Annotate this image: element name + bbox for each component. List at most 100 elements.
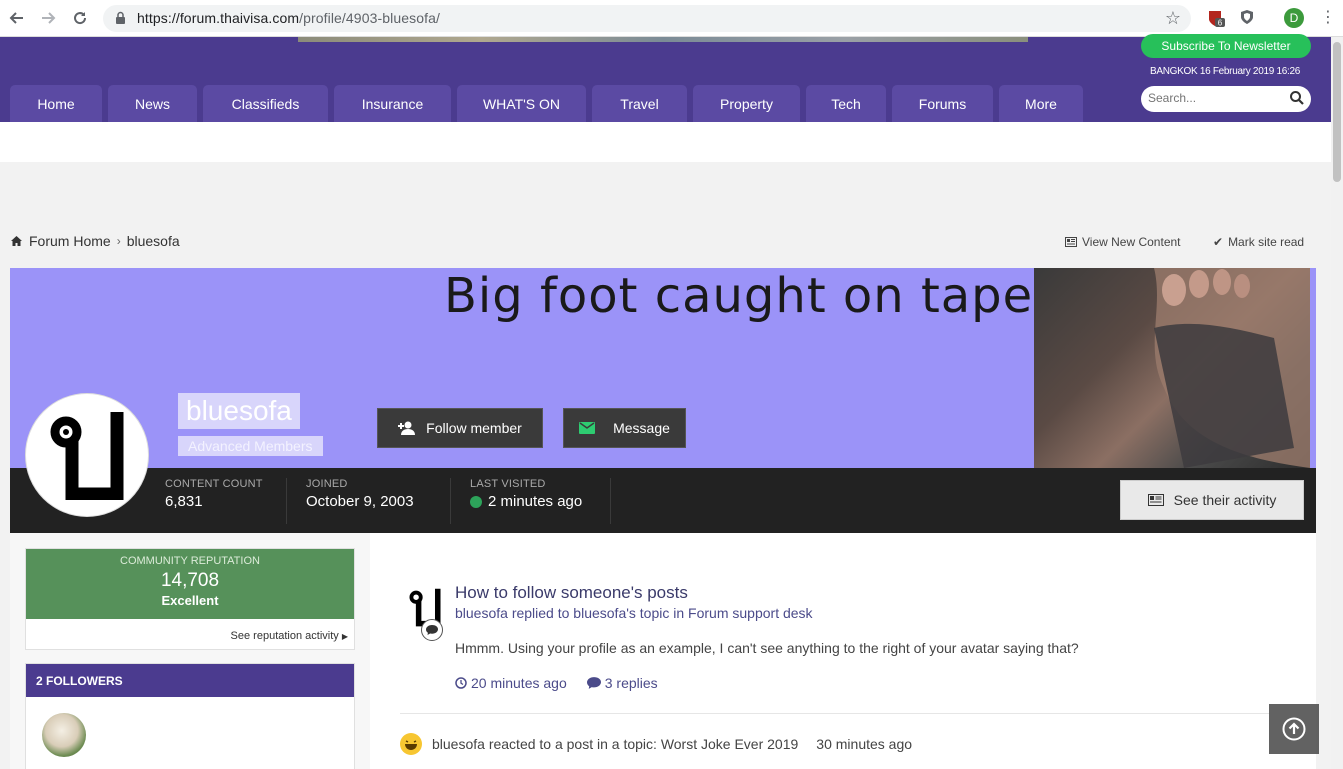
home-icon [11, 236, 22, 246]
breadcrumb-current: bluesofa [126, 233, 180, 249]
last-visited-label: LAST VISITED [470, 478, 546, 490]
last-visited-row: 2 minutes ago [470, 493, 582, 510]
message-label: Message [613, 420, 670, 436]
nav-tab-home[interactable]: Home [10, 85, 102, 122]
nav-tab-whats-on[interactable]: WHAT'S ON [457, 85, 586, 122]
nav-tab-classifieds[interactable]: Classifieds [203, 85, 328, 122]
feed-item-title[interactable]: How to follow someone's posts [455, 583, 688, 603]
feed-item-time[interactable]: 20 minutes ago [455, 675, 567, 691]
breadcrumb: Forum Home › bluesofa [10, 233, 180, 249]
ad-strip [0, 122, 1331, 162]
nav-tab-tech[interactable]: Tech [806, 85, 886, 122]
nav-tab-more[interactable]: More [999, 85, 1083, 122]
member-group-box: Advanced Members [178, 436, 323, 456]
feed-divider [400, 713, 1270, 714]
profile-avatar[interactable] [26, 394, 148, 516]
stat-divider [286, 478, 287, 524]
follow-member-button[interactable]: Follow member [377, 408, 543, 448]
user-plus-icon [398, 421, 416, 435]
search-box [1141, 86, 1311, 112]
page-scrollbar[interactable] [1331, 37, 1343, 769]
followers-card: 2 FOLLOWERS [25, 663, 355, 769]
profile-stats-bar: CONTENT COUNT 6,831 JOINED October 9, 20… [10, 468, 1316, 533]
joined-value: October 9, 2003 [306, 493, 414, 510]
profile-name-box: bluesofa [178, 393, 300, 429]
stat-joined: JOINED October 9, 2003 [306, 478, 414, 510]
follower-avatar[interactable] [42, 713, 86, 757]
search-icon[interactable] [1289, 90, 1305, 106]
view-new-content-label: View New Content [1082, 235, 1181, 249]
subscribe-newsletter-button[interactable]: Subscribe To Newsletter [1141, 34, 1311, 58]
caret-right-icon: ▶ [341, 632, 348, 641]
dateline: BANGKOK 16 February 2019 16:26 [1150, 66, 1300, 77]
nav-tab-travel[interactable]: Travel [592, 85, 687, 122]
scrollbar-thumb[interactable] [1333, 42, 1341, 182]
reputation-card: COMMUNITY REPUTATION 14,708 Excellent Se… [25, 548, 355, 650]
joined-label: JOINED [306, 478, 348, 490]
view-new-content-link[interactable]: View New Content [1065, 235, 1181, 249]
search-input[interactable] [1148, 91, 1286, 105]
reaction-time: 30 minutes ago [816, 736, 913, 752]
online-status-icon [470, 495, 482, 508]
last-visited-value: 2 minutes ago [488, 493, 583, 510]
cover-photo [1034, 268, 1310, 468]
browser-menu-icon[interactable]: ⋮ [1320, 8, 1336, 28]
feed-item-meta: 20 minutes ago 3 replies [455, 675, 658, 691]
extension-shield-icon[interactable]: 6 [1206, 8, 1226, 28]
mark-site-read-link[interactable]: ✔ Mark site read [1213, 235, 1304, 249]
followers-title: 2 FOLLOWERS [26, 664, 354, 697]
feed-item-reaction: bluesofa reacted to a post in a topic: W… [400, 733, 912, 755]
header-banner-image [298, 37, 1028, 42]
nav-tab-insurance[interactable]: Insurance [334, 85, 451, 122]
back-to-top-button[interactable] [1269, 704, 1319, 754]
forward-icon[interactable] [37, 7, 59, 29]
browser-profile-avatar[interactable]: D [1284, 8, 1304, 28]
feed-item-snippet: Hmmm. Using your profile as an example, … [455, 640, 1079, 656]
feed-item-replies[interactable]: 3 replies [586, 675, 658, 691]
envelope-icon [579, 422, 596, 434]
checkmark-icon: ✔ [1213, 235, 1224, 249]
bookmark-star-icon[interactable]: ☆ [1165, 8, 1181, 29]
feed-item-time-label: 20 minutes ago [471, 675, 567, 691]
address-bar[interactable]: https://forum.thaivisa.com/profile/4903-… [103, 5, 1191, 32]
comment-icon [421, 619, 443, 641]
browser-toolbar: https://forum.thaivisa.com/profile/4903-… [0, 0, 1343, 37]
nav-tab-property[interactable]: Property [693, 85, 800, 122]
nav-tab-news[interactable]: News [108, 85, 197, 122]
see-reputation-link[interactable]: See reputation activity ▶ [231, 630, 348, 642]
profile-sidebar: COMMUNITY REPUTATION 14,708 Excellent Se… [10, 533, 370, 769]
privacy-shield-icon[interactable] [1238, 8, 1258, 28]
newspaper-icon [1147, 494, 1164, 506]
feed-item-replies-label: 3 replies [604, 675, 658, 691]
profile-name: bluesofa [186, 395, 292, 426]
breadcrumb-home-link[interactable]: Forum Home [29, 233, 111, 249]
content-count-value: 6,831 [165, 493, 203, 510]
back-icon[interactable] [6, 7, 28, 29]
clock-icon [455, 677, 467, 689]
mark-site-read-label: Mark site read [1228, 235, 1305, 249]
see-activity-label: See their activity [1173, 492, 1277, 508]
stat-divider [610, 478, 611, 524]
see-reputation-label: See reputation activity [230, 630, 339, 642]
reputation-badge: COMMUNITY REPUTATION 14,708 Excellent [26, 549, 354, 619]
see-activity-button[interactable]: See their activity [1120, 480, 1304, 520]
reaction-text[interactable]: bluesofa reacted to a post in a topic: W… [432, 736, 798, 752]
comment-bubble-icon [586, 677, 601, 689]
url-text: https://forum.thaivisa.com/profile/4903-… [137, 10, 440, 26]
newspaper-icon [1065, 237, 1077, 247]
arrow-up-circle-icon [1282, 717, 1306, 741]
follow-member-label: Follow member [426, 420, 522, 436]
reload-icon[interactable] [69, 7, 91, 29]
member-group: Advanced Members [188, 438, 313, 454]
reputation-label: COMMUNITY REPUTATION [120, 555, 260, 567]
cover-image-text: Big foot caught on tape [444, 268, 1034, 324]
reputation-value: 14,708 [160, 570, 220, 591]
activity-feed: How to follow someone's posts bluesofa r… [370, 533, 1316, 769]
feed-item-byline[interactable]: bluesofa replied to bluesofa's topic in … [455, 605, 813, 621]
site-header: Home News Classifieds Insurance WHAT'S O… [0, 34, 1331, 122]
stat-divider [450, 478, 451, 524]
message-button[interactable]: Message [563, 408, 686, 448]
nav-tab-forums[interactable]: Forums [892, 85, 993, 122]
content-count-label: CONTENT COUNT [165, 478, 263, 490]
chevron-right-icon: › [116, 234, 121, 248]
